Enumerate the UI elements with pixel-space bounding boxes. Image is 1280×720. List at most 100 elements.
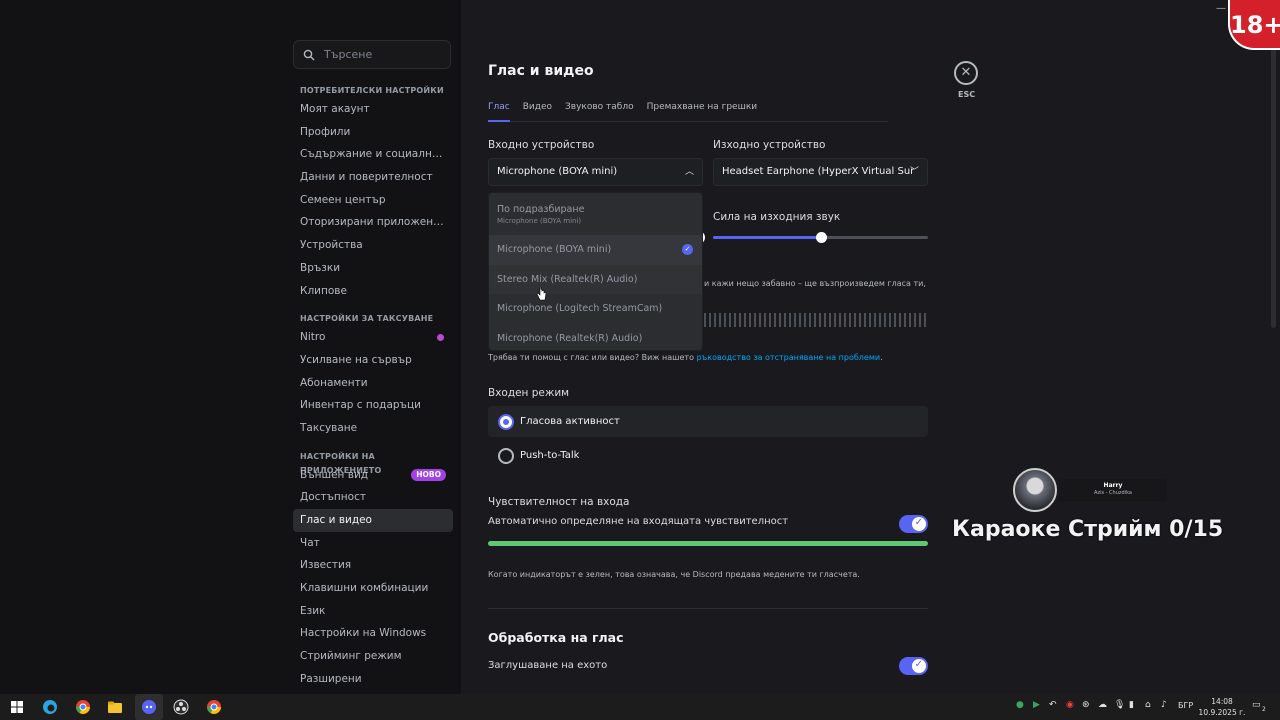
sidebar-item[interactable]: Настройки на Windows [293,622,453,645]
new-badge: НОВО [411,468,446,481]
help-text-prefix: Трябва ти помощ с глас или видео? Виж на… [488,353,697,362]
sidebar-item[interactable]: Връзки [293,257,453,280]
sidebar-item[interactable]: Семеен център [293,189,453,212]
echo-cancel-label: Заглушаване на ехото [488,660,608,671]
sidebar-item[interactable]: Профили [293,121,453,144]
edge-icon[interactable] [42,699,58,715]
dropdown-option-label: Stereo Mix (Realtek(R) Audio) [497,273,638,285]
minimize-icon[interactable]: — [1216,3,1226,14]
search-input[interactable]: Търсене [293,40,451,69]
input-device-select[interactable]: Microphone (BOYA mini) ︿ [488,158,703,186]
windows-taskbar: ● ▶ ↶ ◉ ⊛ ☁ 🎙 ▮ ⌂ ♪ БГР 14:08 10.9.2025 … [0,694,1280,720]
push-to-talk-option[interactable]: Push-to-Talk [488,440,928,471]
section-divider [488,608,928,609]
tab-video[interactable]: Видео [523,100,552,122]
play-icon[interactable]: ▶ [1033,700,1040,710]
sidebar-item[interactable]: Устройства [293,234,453,257]
sidebar-item[interactable]: Данни и поверителност [293,166,453,189]
output-volume-knob[interactable] [815,232,827,243]
clock-time: 14:08 [1211,697,1233,706]
dropdown-option[interactable]: Microphone (Realtek(R) Audio) [489,324,702,351]
sidebar-item[interactable]: Известия [293,554,453,577]
radio-selected [498,413,514,430]
check-circle-icon: ✓ [682,244,693,255]
sidebar-item[interactable]: Nitro [293,326,453,349]
output-device-select[interactable]: Headset Earphone (HyperX Virtual Sur ﹀ [713,158,928,186]
sidebar-item[interactable]: Стрийминг режим [293,645,453,668]
voice-activity-option[interactable]: Гласова активност [488,406,928,437]
sidebar-item[interactable]: Разширени [293,668,453,691]
settings-sidebar: Търсене ПОТРЕБИТЕЛСКИ НАСТРОЙКИ Моят акау… [0,0,461,694]
chevron-up-icon: ︿ [684,167,694,177]
close-settings-button[interactable]: ✕ [954,61,978,85]
back-arrow-icon[interactable]: ↶ [1049,700,1057,710]
chrome-icon[interactable] [75,699,91,715]
dropdown-option-label: Microphone (Logitech StreamCam) [497,303,663,315]
file-explorer-icon[interactable] [107,699,123,715]
sidebar-item[interactable]: Външен вид НОВО [293,464,453,487]
dropdown-option[interactable]: Microphone (BOYA mini) ✓ [489,235,702,265]
network-icon[interactable]: ⌂ [1145,700,1151,710]
status-dot-icon[interactable]: ● [1016,700,1024,710]
sidebar-item-label: Таксуване [300,421,358,434]
sidebar-item[interactable]: Моят акаунт [293,98,453,121]
tab-voice[interactable]: Глас [488,100,510,122]
sidebar-item[interactable]: Таксуване [293,417,453,440]
dropdown-option[interactable]: Microphone (Logitech StreamCam) [489,294,702,324]
battery-icon[interactable]: ▮ [1129,700,1134,710]
sidebar-item-label: Клипове [300,284,347,297]
sidebar-item[interactable]: Чат [293,532,453,555]
sidebar-item[interactable]: Оторизирани приложения [293,211,453,234]
dropdown-option-label: По подразбиране [497,203,585,215]
sidebar-item[interactable]: Абонаменти [293,372,453,395]
input-device-label: Входно устройство [488,139,595,151]
obs-icon[interactable] [173,699,189,715]
output-volume-fill [713,236,821,239]
nav-gap [293,440,453,450]
tab-debugging[interactable]: Премахване на грешки [647,100,758,122]
dropdown-option-label: Microphone (Realtek(R) Audio) [497,332,643,344]
sidebar-item-label: Настройки на Windows [300,627,427,640]
chrome-icon-2[interactable] [206,699,222,715]
sidebar-item[interactable]: Достъпност [293,486,453,509]
now-playing-widget: Harry Azis - Chuzdika [1013,468,1168,512]
sidebar-item-label: Връзки [300,261,341,274]
nav-section-header: НАСТРОЙКИ НА ПРИЛОЖЕНИЕТО [300,451,382,475]
discord-icon[interactable] [141,699,157,715]
nitro-icon [437,334,444,342]
voice-processing-title: Обработка на глас [488,630,624,645]
sidebar-item[interactable]: Клипове [293,280,453,303]
dropdown-option[interactable]: Stereo Mix (Realtek(R) Audio) [489,264,702,294]
sidebar-item[interactable]: Език [293,600,453,623]
sidebar-item-label: Език [300,604,326,617]
clock-date: 10.9.2025 г. [1198,708,1246,717]
tab-soundboard[interactable]: Звуково табло [565,100,634,122]
mic-test-meter [704,313,928,327]
windows-start-icon[interactable] [9,699,25,715]
voice-activity-label: Гласова активност [520,416,620,427]
auto-sensitivity-toggle[interactable]: ✓ [899,515,928,533]
volume-icon[interactable]: ♪ [1161,700,1167,710]
sidebar-item[interactable]: Клавишни комбинации [293,577,453,600]
steam-icon[interactable]: ⊛ [1082,700,1090,710]
esc-label: ESC [958,90,976,99]
output-volume-label: Сила на изходния звук [713,211,841,223]
scrollbar[interactable] [1271,36,1276,328]
sidebar-item[interactable]: Глас и видео [293,509,453,532]
notifications-icon[interactable]: ▭ [1252,700,1261,710]
sidebar-item[interactable]: Съдържание и социални мре... [293,143,453,166]
output-device-value: Headset Earphone (HyperX Virtual Sur [722,166,915,177]
settings-nav: ПОТРЕБИТЕЛСКИ НАСТРОЙКИ Моят акаунт Профил… [293,84,453,691]
language-indicator[interactable]: БГР [1178,701,1193,710]
chrome-tray-icon[interactable]: ◉ [1066,700,1074,710]
cloud-icon[interactable]: ☁ [1098,700,1107,710]
sidebar-item[interactable]: Усилване на сървър [293,349,453,372]
auto-sensitivity-label: Автоматично определяне на входящата чувс… [488,516,789,527]
echo-cancel-toggle[interactable]: ✓ [899,657,928,675]
sidebar-item[interactable]: Инвентар с подаръци [293,394,453,417]
dropdown-option[interactable]: По подразбиране Microphone (BOYA mini) [489,193,702,235]
microphone-icon[interactable]: 🎙 [1114,700,1125,710]
troubleshooting-link[interactable]: ръководство за отстраняване на проблеми [697,353,881,362]
age-rating-badge: 18+ [1228,0,1280,50]
taskbar-clock[interactable]: 14:08 10.9.2025 г. [1198,696,1246,718]
